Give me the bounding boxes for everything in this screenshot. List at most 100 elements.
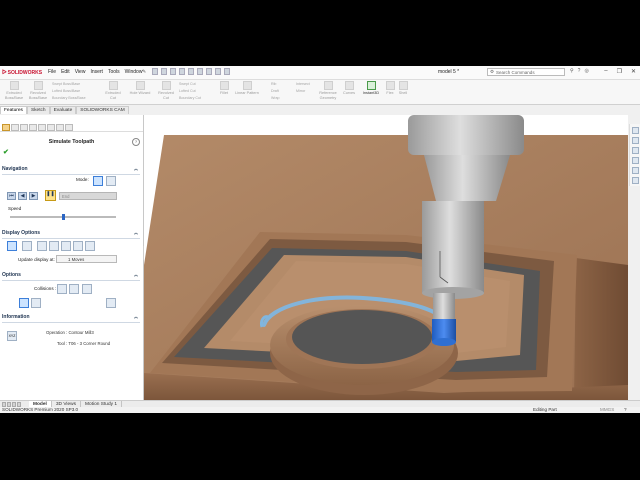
revolved-cut-button[interactable]: Revolved Cut bbox=[155, 81, 177, 100]
minimize-icon[interactable]: – bbox=[604, 68, 607, 75]
boundary-boss-button[interactable]: Boundary Boss/Base bbox=[52, 96, 86, 100]
curves-button[interactable]: Curves bbox=[341, 81, 357, 96]
navigation-header[interactable]: Navigation ︽ bbox=[2, 166, 140, 175]
collapse-icon[interactable]: ︽ bbox=[134, 230, 138, 236]
feature-manager-tab-icon[interactable] bbox=[2, 124, 10, 131]
mirror-button[interactable]: Mirror bbox=[296, 89, 305, 93]
go-to-start-icon[interactable]: ⏮ bbox=[7, 192, 16, 200]
step-back-icon[interactable]: ◀ bbox=[18, 192, 27, 200]
collapse-icon[interactable]: ︽ bbox=[134, 314, 138, 320]
search-icon[interactable]: ⚲ bbox=[570, 68, 574, 74]
select-icon[interactable] bbox=[206, 68, 212, 75]
dimxpert-tab-icon[interactable] bbox=[29, 124, 37, 131]
new-document-icon[interactable] bbox=[161, 68, 167, 75]
extruded-cut-button[interactable]: Extruded Cut bbox=[102, 81, 124, 100]
user-icon[interactable]: ◎ bbox=[584, 68, 588, 74]
reference-geometry-button[interactable]: Reference Geometry bbox=[316, 81, 340, 100]
menu-file[interactable]: File bbox=[48, 69, 56, 75]
pin-menu-icon[interactable]: ✎ bbox=[142, 69, 146, 75]
instant3d-button[interactable]: Instant3D bbox=[360, 81, 382, 96]
menu-window[interactable]: Window bbox=[125, 69, 143, 75]
help-icon[interactable]: ? bbox=[132, 138, 140, 146]
status-help-icon[interactable]: ? bbox=[624, 407, 627, 413]
tab-sketch[interactable]: Sketch bbox=[26, 106, 50, 114]
search-commands-field[interactable]: ⚙ Search Commands bbox=[487, 68, 565, 76]
pause-icon[interactable]: ❚❚ bbox=[45, 190, 56, 201]
configuration-manager-tab-icon[interactable] bbox=[20, 124, 28, 131]
help-icon[interactable]: ? bbox=[578, 68, 581, 74]
display-options-header[interactable]: Display Options ︽ bbox=[2, 230, 140, 239]
options-header[interactable]: Options ︽ bbox=[2, 272, 140, 281]
solidworks-logo[interactable]: ᐅ SOLIDWORKS bbox=[2, 68, 42, 77]
save-icon[interactable] bbox=[179, 68, 185, 75]
intersect-button[interactable]: Intersect bbox=[296, 82, 310, 86]
swept-boss-button[interactable]: Swept Boss/Base bbox=[52, 82, 80, 86]
draft-button[interactable]: Draft bbox=[271, 89, 279, 93]
linear-pattern-button[interactable]: Linear Pattern bbox=[232, 81, 262, 96]
extruded-boss-button[interactable]: Extruded Boss/Base bbox=[3, 81, 25, 100]
collision-holder-icon[interactable] bbox=[69, 284, 79, 294]
file-explorer-icon[interactable] bbox=[631, 147, 639, 154]
open-icon[interactable] bbox=[170, 68, 176, 75]
show-tool-icon[interactable] bbox=[37, 241, 47, 251]
hole-wizard-button[interactable]: Hole Wizard bbox=[126, 81, 154, 96]
options-icon[interactable] bbox=[224, 68, 230, 75]
lofted-cut-button[interactable]: Lofted Cut bbox=[179, 89, 196, 93]
collapse-icon[interactable]: ︽ bbox=[134, 272, 138, 278]
collision-fixture-icon[interactable] bbox=[82, 284, 92, 294]
wrap-button[interactable]: Wrap bbox=[271, 96, 280, 100]
update-display-dropdown[interactable]: 1 Moves bbox=[56, 255, 117, 263]
tab-evaluate[interactable]: Evaluate bbox=[49, 106, 77, 114]
mode-tool-icon[interactable] bbox=[93, 176, 103, 186]
information-header[interactable]: Information ︽ bbox=[2, 314, 140, 323]
tab-solidworks-cam[interactable]: SOLIDWORKS CAM bbox=[76, 106, 129, 114]
tab-features[interactable]: Features bbox=[0, 106, 27, 114]
cam-operation-tree-tab-icon[interactable] bbox=[56, 124, 64, 131]
menu-tools[interactable]: Tools bbox=[108, 69, 120, 75]
restore-icon[interactable]: ❐ bbox=[617, 68, 622, 75]
display-manager-tab-icon[interactable] bbox=[38, 124, 46, 131]
shell-button[interactable]: Shell bbox=[397, 81, 409, 96]
undo-icon[interactable] bbox=[197, 68, 203, 75]
collapse-icon[interactable]: ︽ bbox=[134, 166, 138, 172]
show-fixture-icon[interactable] bbox=[73, 241, 83, 251]
cam-feature-tree-tab-icon[interactable] bbox=[47, 124, 55, 131]
swept-cut-button[interactable]: Swept Cut bbox=[179, 82, 196, 86]
view-palette-icon[interactable] bbox=[631, 157, 639, 164]
ok-check-icon[interactable]: ✔ bbox=[3, 148, 9, 156]
menu-edit[interactable]: Edit bbox=[61, 69, 70, 75]
design-library-icon[interactable] bbox=[631, 137, 639, 144]
show-holder-icon[interactable] bbox=[49, 241, 59, 251]
property-manager-tab-icon[interactable] bbox=[11, 124, 19, 131]
custom-properties-icon[interactable] bbox=[631, 177, 639, 184]
clear-collision-icon[interactable] bbox=[106, 298, 116, 308]
menu-insert[interactable]: Insert bbox=[90, 69, 103, 75]
show-variance-icon[interactable] bbox=[85, 241, 95, 251]
speed-slider-thumb[interactable] bbox=[61, 214, 65, 220]
revolved-boss-button[interactable]: Revolved Boss/Base bbox=[27, 81, 49, 100]
appearances-icon[interactable] bbox=[631, 167, 639, 174]
show-part-icon[interactable] bbox=[22, 241, 32, 251]
flex-button[interactable]: Flex bbox=[384, 81, 396, 96]
fillet-button[interactable]: Fillet bbox=[217, 81, 231, 96]
rib-button[interactable]: Rib bbox=[271, 82, 276, 86]
show-stock-icon[interactable] bbox=[7, 241, 17, 251]
unit-system[interactable]: MMGS bbox=[600, 407, 614, 413]
show-collision-icon[interactable] bbox=[31, 298, 41, 308]
stop-on-collision-icon[interactable] bbox=[19, 298, 29, 308]
close-icon[interactable]: ✕ bbox=[631, 68, 636, 75]
mode-stock-icon[interactable] bbox=[106, 176, 116, 186]
print-icon[interactable] bbox=[188, 68, 194, 75]
play-icon[interactable]: ▶ bbox=[29, 192, 38, 200]
solidworks-resources-icon[interactable] bbox=[631, 127, 639, 134]
graphics-viewport[interactable] bbox=[144, 115, 628, 400]
xyz-readout-button[interactable]: XYZ bbox=[7, 331, 17, 341]
show-toolpath-icon[interactable] bbox=[61, 241, 71, 251]
home-icon[interactable] bbox=[152, 68, 158, 75]
collision-tool-icon[interactable] bbox=[57, 284, 67, 294]
cam-tools-tree-tab-icon[interactable] bbox=[65, 124, 73, 131]
lofted-boss-button[interactable]: Lofted Boss/Base bbox=[52, 89, 80, 93]
menu-view[interactable]: View bbox=[75, 69, 86, 75]
boundary-cut-button[interactable]: Boundary Cut bbox=[179, 96, 201, 100]
rebuild-icon[interactable] bbox=[215, 68, 221, 75]
